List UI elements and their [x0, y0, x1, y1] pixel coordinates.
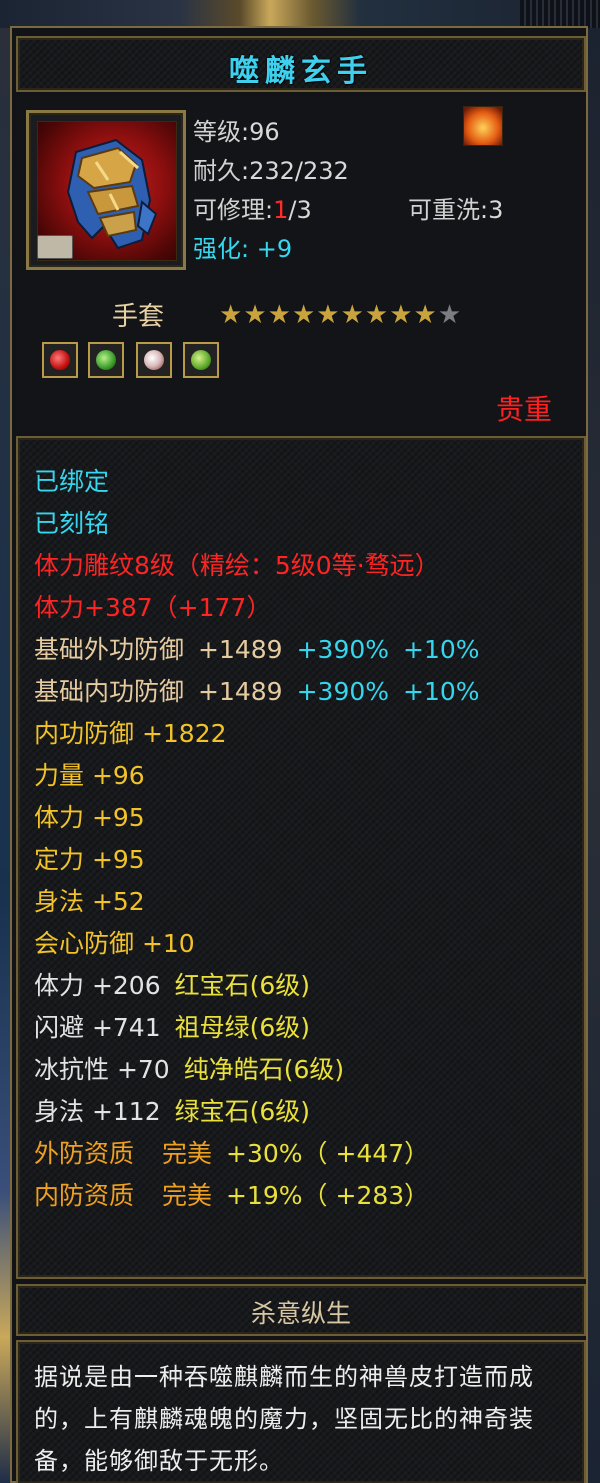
level-stat: 等级:96	[193, 118, 280, 146]
rewash-stat: 可重洗:3	[408, 196, 504, 224]
star-rating: ★★★★★★★★★★	[219, 300, 462, 330]
item-description: 据说是由一种吞噬麒麟而生的神兽皮打造而成的，上有麒麟魂魄的魔力，坚固无比的神奇装…	[34, 1363, 534, 1475]
agility-line: 身法 +52	[34, 887, 145, 916]
star-icon: ★	[364, 300, 390, 330]
item-portrait-frame[interactable]	[26, 110, 186, 270]
strength-line: 力量 +96	[34, 761, 145, 790]
strengthen-stat: 强化: +9	[193, 235, 293, 263]
gem-stat-line: 身法 +112 绿宝石(6级)	[34, 1097, 311, 1126]
ruby-gem-icon[interactable]	[42, 342, 78, 378]
star-icon: ★	[291, 300, 317, 330]
star-empty-icon: ★	[437, 300, 463, 330]
durability-stat: 耐久:232/232	[193, 157, 349, 185]
set-name: 杀意纵生	[250, 1299, 351, 1328]
gem-stat-line: 体力 +206 红宝石(6级)	[34, 971, 311, 1000]
star-icon: ★	[413, 300, 438, 330]
background-right-strip	[588, 28, 600, 1483]
star-icon: ★	[219, 300, 244, 330]
item-type: 手套	[112, 302, 165, 332]
base-inner-defense-line: 基础内功防御 +1489 +390% +10%	[34, 677, 480, 706]
engraved-status: 已刻铭	[34, 509, 110, 538]
stamina-line: 体力 +95	[34, 803, 145, 832]
carve-line: 体力雕纹8级（精绘：5级0等·骛远）	[34, 551, 440, 580]
item-name: 噬麟玄手	[229, 54, 373, 89]
flame-buff-icon[interactable]	[463, 106, 503, 146]
crit-defense-line: 会心防御 +10	[34, 929, 195, 958]
base-outer-defense-line: 基础外功防御 +1489 +390% +10%	[34, 635, 480, 664]
inner-quality-line: 内防资质 完美 +19%（ +283）	[34, 1181, 430, 1210]
repair-stat: 可修理:1/3	[193, 196, 312, 224]
gem-stat-line: 冰抗性 +70 纯净皓石(6级)	[34, 1055, 345, 1084]
outer-quality-line: 外防资质 完美 +30%（ +447）	[34, 1139, 430, 1168]
focus-line: 定力 +95	[34, 845, 145, 874]
gem-stat-line: 闪避 +741 祖母绿(6级)	[34, 1013, 311, 1042]
stamina-bonus-line: 体力+387（+177）	[34, 593, 272, 622]
emerald-gem-icon[interactable]	[88, 342, 124, 378]
rarity-label: 贵重	[495, 393, 552, 426]
background-decoration	[520, 0, 600, 28]
star-icon: ★	[389, 300, 414, 330]
bound-status: 已绑定	[34, 467, 110, 496]
item-title-bar: 噬麟玄手	[16, 36, 586, 92]
description-panel: 据说是由一种吞噬麒麟而生的神兽皮打造而成的，上有麒麟魂魄的魔力，坚固无比的神奇装…	[16, 1340, 586, 1483]
bound-lock-icon	[37, 235, 73, 259]
background-scene	[0, 0, 600, 28]
inner-defense-line: 内功防御 +1822	[34, 719, 227, 748]
star-icon: ★	[243, 300, 268, 330]
set-bonus-bar: 杀意纵生	[16, 1284, 586, 1336]
diamond-gem-icon[interactable]	[136, 342, 172, 378]
star-icon: ★	[340, 300, 365, 330]
star-icon: ★	[267, 300, 292, 330]
green-gem-icon[interactable]	[183, 342, 219, 378]
star-icon: ★	[316, 300, 341, 330]
